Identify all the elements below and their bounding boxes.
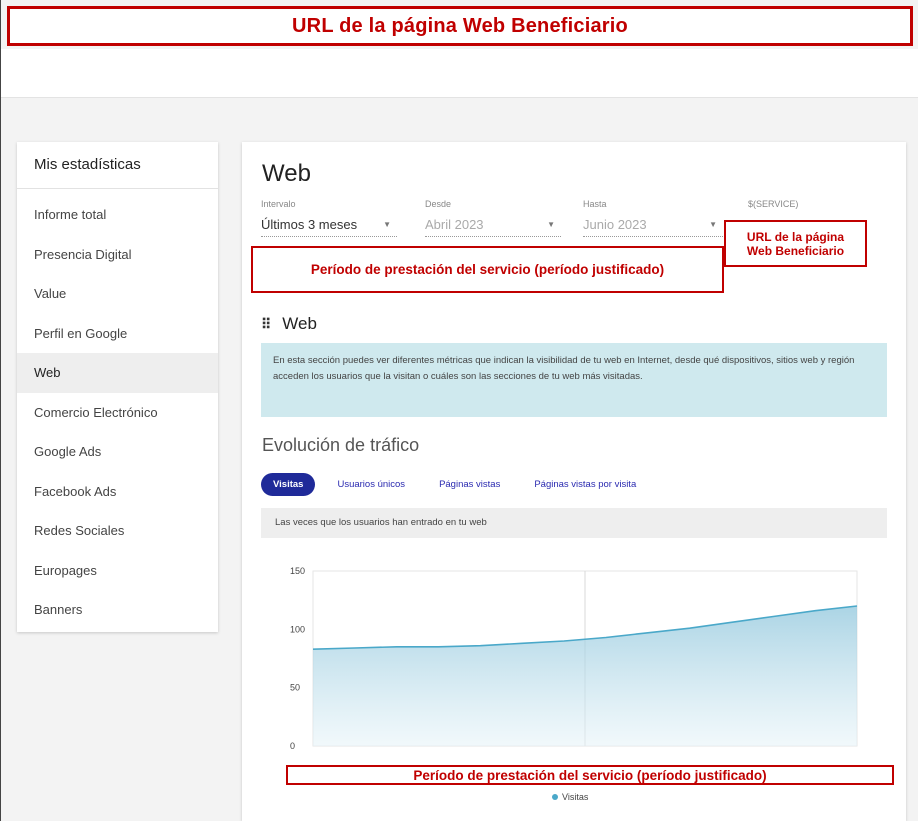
url-annotation-text: URL de la página Web Beneficiario — [292, 14, 628, 37]
info-box: En esta sección puedes ver diferentes mé… — [261, 343, 887, 417]
interval-select[interactable]: Últimos 3 meses ▼ — [261, 212, 397, 237]
sidebar-list: Informe total Presencia Digital Value Pe… — [17, 189, 218, 630]
sidebar-item-perfil-google[interactable]: Perfil en Google — [17, 314, 218, 354]
traffic-title: Evolución de tráfico — [262, 435, 420, 455]
traffic-chart: 150 100 50 0 — [290, 566, 858, 751]
sidebar-item-comercio-electronico[interactable]: Comercio Electrónico — [17, 393, 218, 433]
interval-label: Intervalo — [261, 199, 296, 209]
url-annotation-banner: URL de la página Web Beneficiario — [7, 6, 913, 46]
y-tick-label: 0 — [290, 741, 295, 751]
section-heading-text: Web — [282, 314, 317, 333]
from-select[interactable]: Abril 2023 ▼ — [425, 212, 561, 237]
sidebar-item-google-ads[interactable]: Google Ads — [17, 432, 218, 472]
section-heading: ⠿ Web — [261, 314, 317, 334]
chart-legend: Visitas — [552, 792, 588, 802]
period-annotation-bottom-text: Período de prestación del servicio (perí… — [413, 767, 767, 783]
chevron-down-icon: ▼ — [709, 219, 717, 229]
legend-label-visitas: Visitas — [562, 792, 589, 802]
y-tick-label: 50 — [290, 683, 300, 693]
main-panel: Web Intervalo Últimos 3 meses ▼ Desde Ab… — [242, 142, 906, 821]
period-annotation-top: Período de prestación del servicio (perí… — [251, 246, 724, 293]
period-annotation-top-text: Período de prestación del servicio (perí… — [310, 262, 665, 277]
url-annotation-box: URL de la página Web Beneficiario — [724, 220, 867, 267]
interval-value: Últimos 3 meses — [261, 216, 358, 232]
sidebar-item-web[interactable]: Web — [17, 353, 218, 393]
app-topbar — [1, 49, 918, 98]
from-label: Desde — [425, 199, 452, 209]
to-label: Hasta — [583, 199, 607, 209]
chart-subtitle: Las veces que los usuarios han entrado e… — [261, 508, 887, 538]
interval-filter: Intervalo Últimos 3 meses ▼ — [261, 199, 397, 237]
page-title: Web — [262, 160, 311, 187]
sidebar-item-value[interactable]: Value — [17, 274, 218, 314]
url-annotation-box-text: URL de la página Web Beneficiario — [746, 229, 845, 258]
sidebar-item-presencia-digital[interactable]: Presencia Digital — [17, 235, 218, 275]
tab-paginas-por-visita[interactable]: Páginas vistas por visita — [534, 479, 636, 490]
sidebar-title: Mis estadísticas — [17, 142, 218, 189]
sidebar: Mis estadísticas Informe total Presencia… — [17, 142, 218, 632]
tab-visitas[interactable]: Visitas — [261, 473, 316, 496]
sidebar-item-europages[interactable]: Europages — [17, 551, 218, 591]
service-filter: $(SERVICE) — [748, 199, 868, 209]
y-tick-label: 100 — [290, 624, 305, 634]
to-filter: Hasta Junio 2023 ▼ — [583, 199, 723, 237]
sidebar-item-redes-sociales[interactable]: Redes Sociales — [17, 511, 218, 551]
sidebar-item-facebook-ads[interactable]: Facebook Ads — [17, 472, 218, 512]
drag-handle-icon[interactable]: ⠿ — [261, 316, 271, 333]
tab-usuarios-unicos[interactable]: Usuarios únicos — [337, 479, 405, 490]
sidebar-item-informe-total[interactable]: Informe total — [17, 195, 218, 235]
y-tick-label: 150 — [290, 566, 305, 576]
y-axis-ticks: 150 100 50 0 — [290, 566, 305, 751]
service-label: $(SERVICE) — [748, 199, 799, 209]
legend-dot-visitas — [552, 794, 558, 800]
tab-paginas-vistas[interactable]: Páginas vistas — [439, 479, 500, 490]
from-value: Abril 2023 — [425, 216, 484, 232]
chevron-down-icon: ▼ — [383, 219, 391, 229]
to-value: Junio 2023 — [583, 216, 647, 232]
period-annotation-bottom: Período de prestación del servicio (perí… — [286, 765, 894, 785]
chevron-down-icon: ▼ — [547, 219, 555, 229]
sidebar-item-banners[interactable]: Banners — [17, 590, 218, 630]
to-select[interactable]: Junio 2023 ▼ — [583, 212, 723, 237]
metric-tabs: Visitas Usuarios únicos Páginas vistas P… — [261, 473, 670, 496]
from-filter: Desde Abril 2023 ▼ — [425, 199, 561, 237]
